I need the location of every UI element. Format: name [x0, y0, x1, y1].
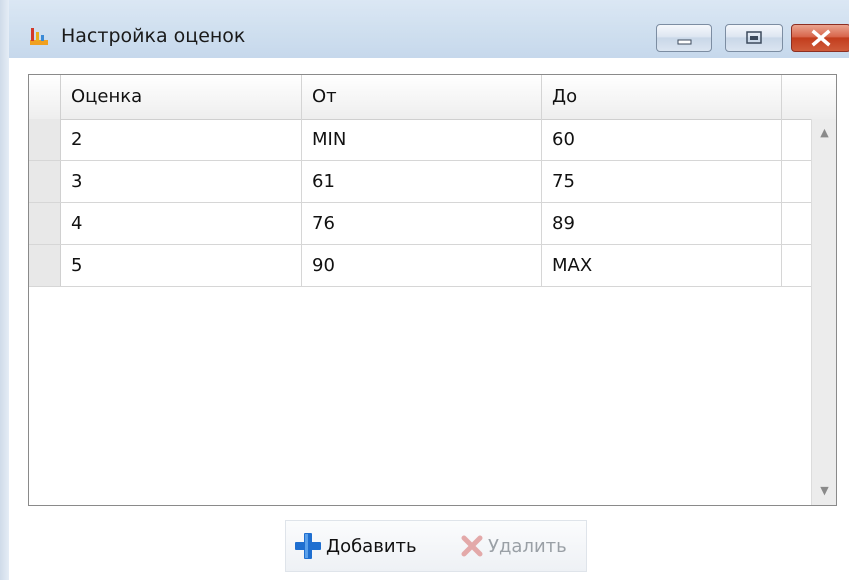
table-row[interactable]: 3 61 75	[29, 161, 811, 203]
title-bar[interactable]: Настройка оценок	[9, 0, 849, 58]
app-icon	[27, 24, 51, 48]
cell-from[interactable]: 90	[302, 245, 542, 286]
delete-button[interactable]: Удалить	[458, 521, 567, 571]
cell-grade[interactable]: 5	[61, 245, 302, 286]
window-title: Настройка оценок	[61, 25, 246, 47]
column-header-from[interactable]: От	[302, 75, 542, 119]
cell-from[interactable]: MIN	[302, 119, 542, 160]
window-left-border	[0, 0, 9, 580]
table-row[interactable]: 2 MIN 60	[29, 119, 811, 161]
maximize-button[interactable]	[725, 24, 783, 52]
row-selector[interactable]	[29, 203, 61, 244]
cell-grade[interactable]: 3	[61, 161, 302, 202]
cell-to[interactable]: MAX	[542, 245, 782, 286]
delete-x-icon	[461, 535, 483, 557]
add-button-label: Добавить	[326, 535, 417, 557]
minimize-icon	[677, 39, 692, 45]
minimize-button[interactable]	[656, 24, 712, 52]
grades-grid: Оценка От До 2 MIN 60 3 61 75 4 76 89 5 …	[28, 74, 837, 506]
close-icon	[811, 29, 831, 47]
row-selector[interactable]	[29, 245, 61, 286]
cell-grade[interactable]: 4	[61, 203, 302, 244]
cell-to[interactable]: 75	[542, 161, 782, 202]
add-button[interactable]: Добавить	[292, 521, 417, 571]
restore-icon	[746, 31, 762, 44]
cell-from[interactable]: 61	[302, 161, 542, 202]
cell-to[interactable]: 89	[542, 203, 782, 244]
cell-from[interactable]: 76	[302, 203, 542, 244]
column-header-grade[interactable]: Оценка	[61, 75, 302, 119]
cell-to[interactable]: 60	[542, 119, 782, 160]
close-button[interactable]	[791, 24, 849, 52]
cell-grade[interactable]: 2	[61, 119, 302, 160]
row-header-corner	[29, 75, 61, 119]
row-selector[interactable]	[29, 161, 61, 202]
table-row[interactable]: 5 90 MAX	[29, 245, 811, 287]
scroll-up-arrow-icon[interactable]: ▲	[812, 123, 836, 143]
vertical-scrollbar[interactable]: ▲ ▼	[811, 119, 836, 505]
column-header-to[interactable]: До	[542, 75, 782, 119]
delete-button-label: Удалить	[488, 535, 567, 557]
row-selector[interactable]	[29, 119, 61, 160]
scroll-down-arrow-icon[interactable]: ▼	[812, 481, 836, 501]
table-row[interactable]: 4 76 89	[29, 203, 811, 245]
plus-icon	[295, 533, 321, 559]
action-toolbar: Добавить Удалить	[285, 520, 587, 572]
